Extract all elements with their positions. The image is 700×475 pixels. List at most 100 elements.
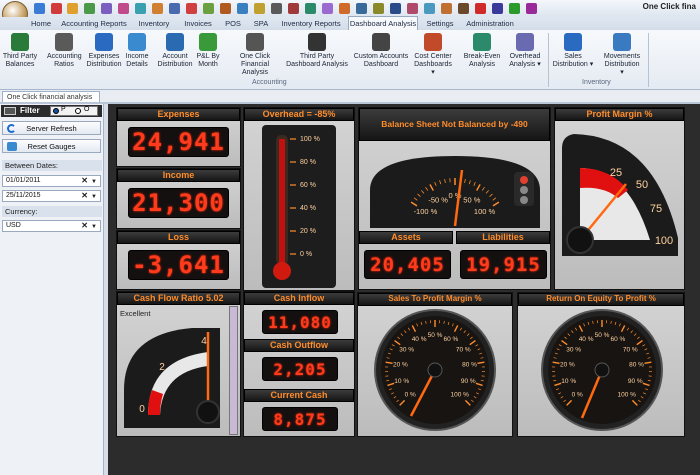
tab-inventory[interactable]: Inventory <box>134 17 174 30</box>
clear-icon[interactable]: ✕ <box>81 191 88 201</box>
tab-accounting-reports[interactable]: Accounting Reports <box>58 17 130 30</box>
print-icon[interactable] <box>135 3 146 14</box>
ribbon-button-label: Ratios <box>54 61 74 68</box>
book-icon[interactable] <box>458 3 469 14</box>
settings-icon[interactable] <box>237 3 248 14</box>
cash-inflow-title: Cash Inflow <box>244 292 354 305</box>
tab-settings[interactable]: Settings <box>422 17 458 30</box>
list-icon[interactable] <box>271 3 282 14</box>
break-even-icon <box>473 33 491 51</box>
truck-icon[interactable] <box>441 3 452 14</box>
tab-administration[interactable]: Administration <box>462 17 518 30</box>
tab-dashboard-analysis[interactable]: Dashboard Analysis <box>348 16 418 30</box>
tab-spa[interactable]: SPA <box>250 17 272 30</box>
balances-icon <box>11 33 29 51</box>
close-doc-icon[interactable] <box>51 3 62 14</box>
refresh-icon[interactable] <box>84 3 95 14</box>
ribbon-button-label: Distribution <box>86 61 122 68</box>
ribbon-button-11[interactable]: Overhead Analysis ▾ <box>507 33 543 79</box>
ribbon-button-12[interactable]: Sales Distribution ▾ <box>552 33 594 79</box>
roe-tick-label: 0 % <box>572 392 583 399</box>
ribbon-button-label: Third Party <box>299 53 335 60</box>
key-icon[interactable] <box>322 3 333 14</box>
clock-icon[interactable] <box>373 3 384 14</box>
cloud-icon[interactable] <box>424 3 435 14</box>
date-to-field[interactable]: 25/11/2015 ✕ ▼ <box>2 190 101 202</box>
heart-icon[interactable] <box>407 3 418 14</box>
ribbon-button-9[interactable]: Cost Center Dashboards ▾ <box>413 33 453 79</box>
ribbon-button-13[interactable]: Movements Distribution ▾ <box>602 33 642 79</box>
sales_to_profit-tick-label: 40 % <box>412 336 427 343</box>
tab-home[interactable]: Home <box>28 17 54 30</box>
save-icon[interactable] <box>34 3 45 14</box>
tag-icon[interactable] <box>288 3 299 14</box>
dropdown-arrow-icon[interactable]: ▼ <box>91 222 97 232</box>
help-icon[interactable] <box>526 3 537 14</box>
dropdown-arrow-icon[interactable]: ▼ <box>91 177 97 187</box>
ribbon-button-label: Analysis ▾ <box>509 61 541 68</box>
tab-inventory-reports[interactable]: Inventory Reports <box>278 17 344 30</box>
ribbon-button-8[interactable]: Custom Accounts Dashboard <box>353 33 409 79</box>
roe-tick-label: 20 % <box>560 362 575 369</box>
money-icon[interactable] <box>203 3 214 14</box>
income-title: Income <box>117 169 240 182</box>
balance-gauge: -100 %-50 % 0 % 50 %100 % <box>370 156 540 228</box>
roe-title: Return On Equity To Profit % <box>518 293 684 306</box>
ribbon-button-label: Income <box>125 53 149 60</box>
clear-icon[interactable]: ✕ <box>81 176 88 186</box>
clear-icon[interactable]: ✕ <box>81 221 88 231</box>
dial-icon <box>246 33 264 51</box>
folder-icon[interactable] <box>67 3 78 14</box>
radio-p[interactable] <box>53 108 59 114</box>
db-icon[interactable] <box>390 3 401 14</box>
check-icon[interactable] <box>509 3 520 14</box>
star-icon[interactable] <box>254 3 265 14</box>
ribbon-button-label: Break-Even <box>463 53 501 60</box>
mail-icon[interactable] <box>356 3 367 14</box>
radio-o[interactable] <box>75 108 81 114</box>
dropdown-arrow-icon[interactable]: ▼ <box>91 192 97 202</box>
server-refresh-button[interactable]: Server Refresh <box>2 121 101 135</box>
ribbon-button-10[interactable]: Break-Even Analysis <box>463 33 501 79</box>
ribbon-button-7[interactable]: Third Party Dashboard Analysis <box>286 33 348 79</box>
ribbon-button-5[interactable]: P&L By Month <box>196 33 220 79</box>
ribbon-button-1[interactable]: Accounting Ratios <box>47 33 82 79</box>
ribbon-button-label: Dashboard Analysis <box>286 61 348 68</box>
sales-icon <box>564 33 582 51</box>
current-cash-value: 8,875 <box>262 407 338 431</box>
ribbon-button-label: Sales <box>564 53 582 60</box>
box-icon[interactable] <box>220 3 231 14</box>
currency-select[interactable]: USD ✕ ▼ <box>2 220 101 232</box>
lock-icon[interactable] <box>492 3 503 14</box>
sales_to_profit-tick-label: 100 % <box>451 392 470 399</box>
date-from-field[interactable]: 01/01/2011 ✕ ▼ <box>2 175 101 187</box>
cart-icon[interactable] <box>339 3 350 14</box>
ribbon-button-4[interactable]: Account Distribution <box>156 33 194 79</box>
pie-icon <box>424 33 442 51</box>
ribbon-button-label: Analysis <box>468 61 496 68</box>
alert-icon[interactable] <box>186 3 197 14</box>
ribbon-button-2[interactable]: Expenses Distribution <box>86 33 122 79</box>
tab-pos[interactable]: POS <box>222 17 244 30</box>
ribbon-button-label: Overhead <box>509 53 541 60</box>
ribbon-button-0[interactable]: Third Party Balances <box>2 33 38 79</box>
report-icon[interactable] <box>152 3 163 14</box>
movements-icon <box>613 33 631 51</box>
overhead-title: Overhead = -85% <box>244 108 354 121</box>
roe-tick-label: 100 % <box>618 392 637 399</box>
ribbon-button-3[interactable]: Income Details <box>124 33 150 79</box>
reset-gauges-button[interactable]: Reset Gauges <box>2 139 101 153</box>
flag-icon[interactable] <box>475 3 486 14</box>
cash-flow-gauge: 0 2 4 <box>124 328 220 428</box>
sales_to_profit-tick-label: 30 % <box>399 346 414 353</box>
pin-icon[interactable] <box>4 107 16 115</box>
ribbon-button-6[interactable]: One Click Financial Analysis <box>229 33 281 79</box>
users-icon[interactable] <box>118 3 129 14</box>
refresh-icon <box>7 124 16 133</box>
cash-flow-scale <box>229 306 238 435</box>
calc-icon[interactable] <box>169 3 180 14</box>
globe-icon[interactable] <box>305 3 316 14</box>
chart-icon[interactable] <box>101 3 112 14</box>
overhead-tick-label: 60 % <box>300 182 316 189</box>
tab-invoices[interactable]: Invoices <box>180 17 216 30</box>
